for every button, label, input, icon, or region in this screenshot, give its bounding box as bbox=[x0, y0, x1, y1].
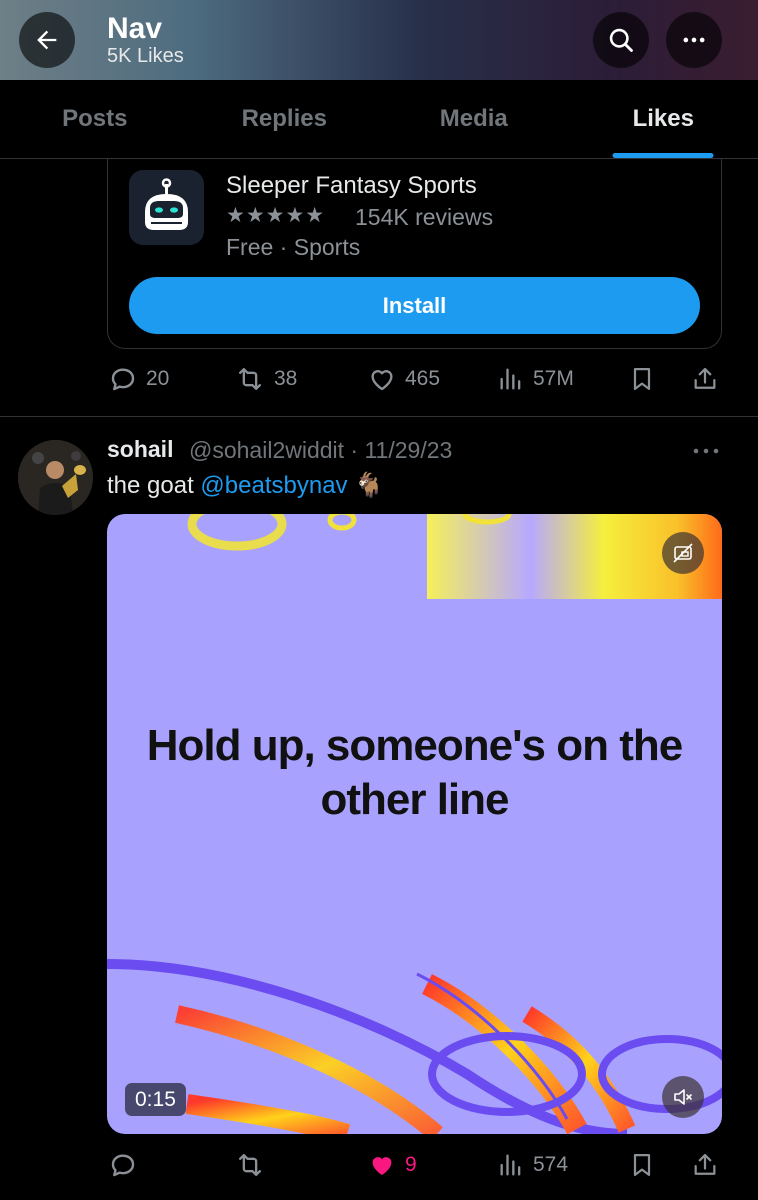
mute-button[interactable] bbox=[662, 1076, 704, 1118]
tab-likes[interactable]: Likes bbox=[569, 80, 758, 158]
tweet-text: the goat @beatsbynav 🐐 bbox=[107, 471, 384, 500]
review-count: 154K reviews bbox=[355, 204, 494, 230]
share-button[interactable] bbox=[691, 364, 719, 394]
reply-icon bbox=[111, 1154, 135, 1177]
tweet-bookmark-button[interactable] bbox=[628, 1150, 656, 1180]
install-button[interactable]: Install bbox=[129, 277, 700, 334]
heart-icon bbox=[371, 370, 393, 391]
arrow-left-icon bbox=[37, 30, 57, 50]
tweet-author-name[interactable]: sohail bbox=[107, 436, 173, 463]
back-button[interactable] bbox=[19, 12, 75, 68]
video-caption-text: Hold up, someone's on the other line bbox=[146, 721, 683, 824]
tweet-like-count: 9 bbox=[405, 1153, 417, 1176]
more-icon bbox=[683, 37, 705, 43]
muted-speaker-icon bbox=[674, 1089, 692, 1105]
repost-icon bbox=[238, 367, 262, 391]
search-button[interactable] bbox=[593, 12, 649, 68]
tweet-reply-button[interactable] bbox=[108, 1150, 138, 1180]
picture-in-picture-off-icon bbox=[673, 543, 693, 563]
heart-filled-icon bbox=[372, 1157, 392, 1175]
profile-name: Nav bbox=[107, 12, 163, 45]
sleeper-logo-icon bbox=[145, 178, 188, 230]
video-duration: 0:15 bbox=[125, 1083, 186, 1116]
profile-header: Nav 5K Likes bbox=[0, 0, 758, 80]
repost-icon bbox=[238, 1153, 262, 1177]
share-icon bbox=[694, 367, 716, 389]
video-player[interactable]: Hold up, someone's on the other line 0:1… bbox=[107, 514, 722, 1134]
repost-button[interactable]: 38 bbox=[234, 364, 297, 394]
more-options-button[interactable] bbox=[666, 12, 722, 68]
tab-replies[interactable]: Replies bbox=[190, 80, 380, 158]
app-name: Sleeper Fantasy Sports bbox=[226, 172, 477, 199]
pip-button[interactable] bbox=[662, 532, 704, 574]
bookmark-icon bbox=[633, 1153, 651, 1177]
post-divider bbox=[0, 416, 758, 417]
app-icon[interactable] bbox=[129, 170, 204, 245]
tweet-handle-date[interactable]: @sohail2widdit · 11/29/23 bbox=[189, 437, 452, 464]
tweet-views-button[interactable]: 574 bbox=[497, 1150, 568, 1180]
bookmark-icon bbox=[633, 367, 651, 391]
avatar-photo-icon bbox=[18, 440, 93, 515]
rating-stars: ★★★★★ bbox=[226, 204, 326, 227]
mention-link[interactable]: @beatsbynav bbox=[200, 472, 347, 499]
reply-count: 20 bbox=[146, 367, 170, 390]
tweet-views-count: 574 bbox=[533, 1153, 569, 1176]
tweet-repost-button[interactable] bbox=[234, 1150, 266, 1180]
tab-posts[interactable]: Posts bbox=[0, 80, 190, 158]
tweet-like-button[interactable]: 9 bbox=[367, 1150, 417, 1180]
goat-emoji: 🐐 bbox=[354, 472, 385, 499]
reply-button[interactable]: 20 bbox=[108, 364, 169, 394]
views-icon bbox=[500, 1154, 521, 1176]
like-count: 465 bbox=[405, 367, 441, 390]
tweet-text-body: the goat bbox=[107, 472, 201, 499]
views-icon bbox=[500, 368, 521, 390]
app-category: Free · Sports bbox=[226, 234, 361, 260]
views-count: 57M bbox=[533, 367, 574, 390]
bookmark-button[interactable] bbox=[628, 364, 656, 394]
tab-media[interactable]: Media bbox=[379, 80, 569, 158]
repost-count: 38 bbox=[274, 367, 298, 390]
more-icon bbox=[693, 448, 719, 454]
like-button[interactable]: 465 bbox=[367, 364, 440, 394]
search-icon bbox=[609, 28, 633, 52]
tweet-share-button[interactable] bbox=[691, 1150, 719, 1180]
likes-count: 5K Likes bbox=[107, 45, 184, 67]
tweet-more-button[interactable] bbox=[690, 438, 722, 464]
reply-icon bbox=[111, 368, 135, 391]
avatar[interactable] bbox=[18, 440, 93, 515]
share-icon bbox=[694, 1153, 716, 1175]
views-button[interactable]: 57M bbox=[497, 364, 574, 394]
profile-tabs: Posts Replies Media Likes bbox=[0, 80, 758, 159]
